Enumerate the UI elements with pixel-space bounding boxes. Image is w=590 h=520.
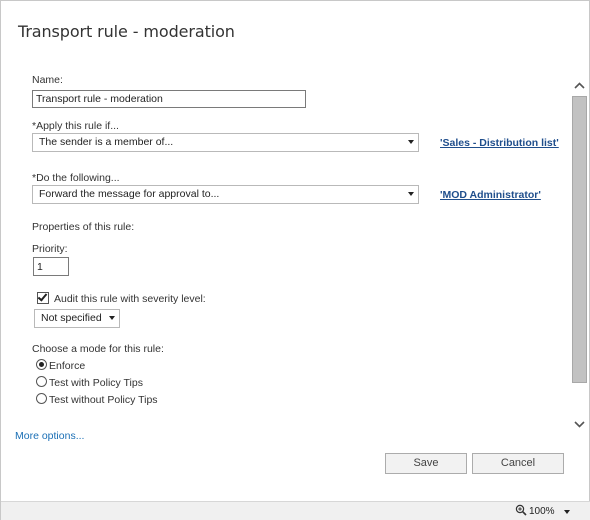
dialog-window: Transport rule - moderation Name: *Apply… bbox=[0, 0, 590, 520]
priority-label: Priority: bbox=[32, 243, 68, 255]
chevron-down-icon bbox=[408, 140, 414, 144]
condition-value-link[interactable]: 'Sales - Distribution list' bbox=[440, 137, 559, 149]
severity-select[interactable]: Not specified bbox=[34, 309, 120, 328]
audit-label: Audit this rule with severity level: bbox=[54, 293, 206, 305]
radio-test-with-policy-tips[interactable] bbox=[36, 376, 47, 387]
chevron-down-icon bbox=[408, 192, 414, 196]
mode-label: Choose a mode for this rule: bbox=[32, 343, 164, 355]
checkmark-icon bbox=[37, 291, 48, 302]
scroll-up-icon[interactable] bbox=[573, 80, 586, 92]
action-select-value: Forward the message for approval to... bbox=[39, 188, 220, 200]
radio-selected-dot bbox=[39, 362, 44, 367]
chevron-down-icon bbox=[109, 316, 115, 320]
name-label: Name: bbox=[32, 74, 63, 86]
cancel-button[interactable]: Cancel bbox=[472, 453, 564, 474]
zoom-icon[interactable] bbox=[515, 504, 527, 516]
apply-rule-label: *Apply this rule if... bbox=[32, 120, 119, 132]
scroll-down-icon[interactable] bbox=[573, 418, 586, 430]
radio-enforce[interactable] bbox=[36, 359, 47, 370]
severity-select-value: Not specified bbox=[41, 312, 102, 324]
mode-option-label: Test with Policy Tips bbox=[49, 377, 143, 389]
priority-input[interactable] bbox=[33, 257, 69, 276]
mode-option-label: Enforce bbox=[49, 360, 86, 372]
more-options-link[interactable]: More options... bbox=[15, 430, 84, 442]
zoom-dropdown-icon[interactable] bbox=[564, 510, 570, 514]
dialog-title: Transport rule - moderation bbox=[18, 22, 235, 41]
condition-select-value: The sender is a member of... bbox=[39, 136, 174, 148]
name-input[interactable] bbox=[32, 90, 306, 108]
save-button[interactable]: Save bbox=[385, 453, 467, 474]
status-bar bbox=[1, 501, 590, 520]
audit-checkbox[interactable] bbox=[37, 291, 49, 304]
mode-option-label: Test without Policy Tips bbox=[49, 394, 158, 406]
properties-label: Properties of this rule: bbox=[32, 221, 135, 233]
zoom-level: 100% bbox=[529, 506, 555, 517]
condition-select[interactable]: The sender is a member of... bbox=[32, 133, 419, 152]
radio-test-without-policy-tips[interactable] bbox=[36, 393, 47, 404]
action-select[interactable]: Forward the message for approval to... bbox=[32, 185, 419, 204]
scrollbar-thumb[interactable] bbox=[572, 96, 587, 383]
action-value-link[interactable]: 'MOD Administrator' bbox=[440, 189, 541, 201]
action-label: *Do the following... bbox=[32, 172, 120, 184]
